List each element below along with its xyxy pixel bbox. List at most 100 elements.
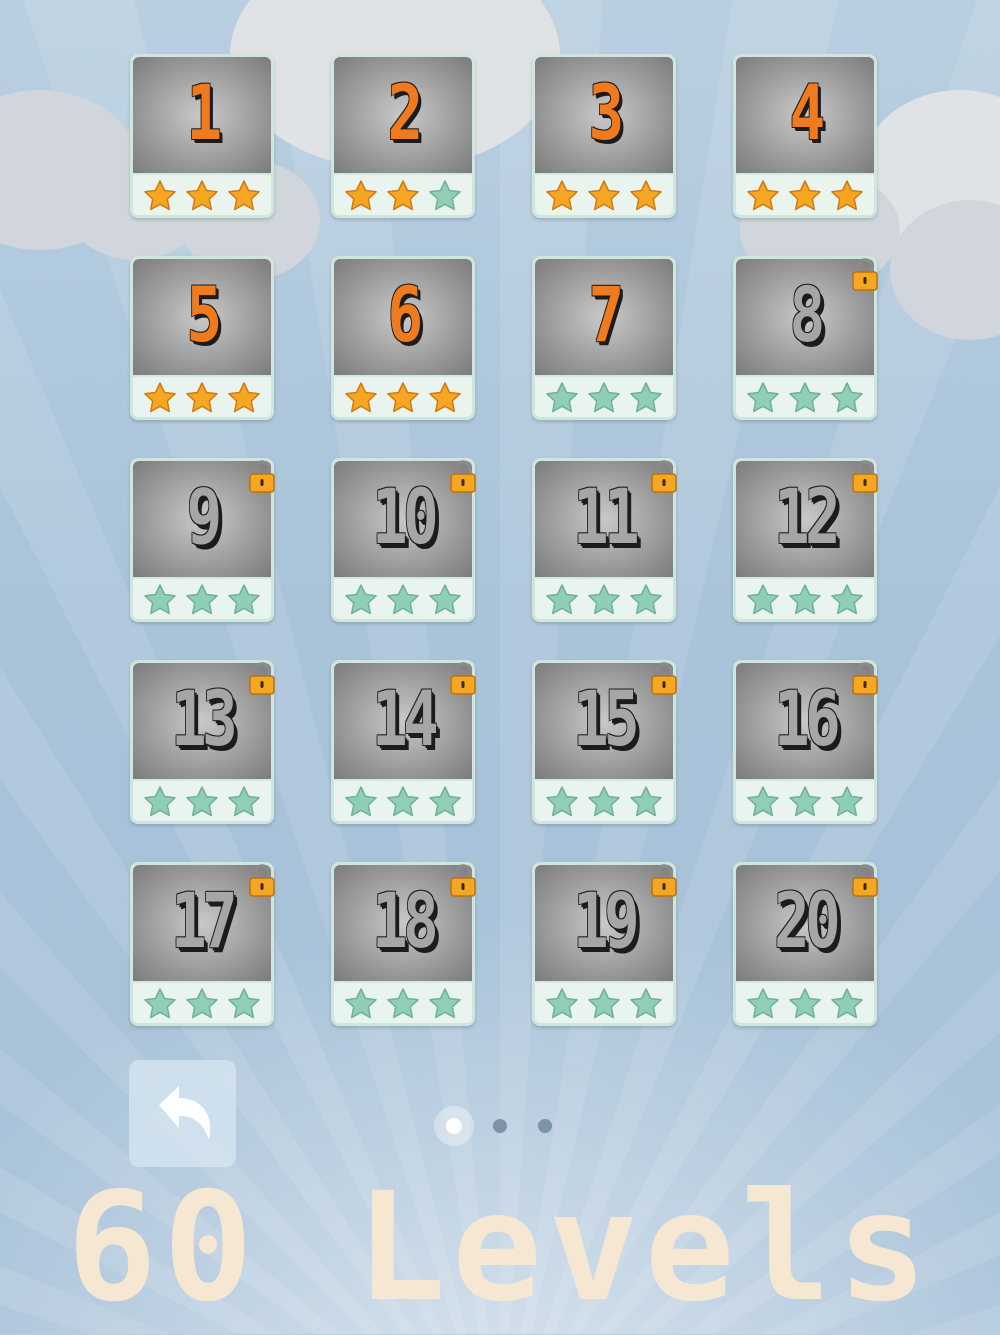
star-filled-icon bbox=[186, 180, 218, 211]
star-empty-icon bbox=[345, 786, 377, 817]
level-tile-10[interactable]: 10 bbox=[331, 458, 476, 622]
star-filled-icon bbox=[387, 382, 419, 413]
star-empty-icon bbox=[144, 786, 176, 817]
level-star-rating bbox=[334, 375, 472, 419]
star-filled-icon bbox=[345, 382, 377, 413]
star-empty-icon bbox=[144, 584, 176, 615]
star-empty-icon bbox=[747, 988, 779, 1019]
star-empty-icon bbox=[186, 988, 218, 1019]
star-filled-icon bbox=[228, 382, 260, 413]
star-filled-icon bbox=[387, 180, 419, 211]
star-filled-icon bbox=[345, 180, 377, 211]
padlock-icon bbox=[249, 864, 275, 897]
level-star-rating bbox=[535, 779, 673, 823]
star-empty-icon bbox=[228, 988, 260, 1019]
level-tile-3[interactable]: 3 bbox=[532, 54, 676, 218]
star-empty-icon bbox=[546, 584, 578, 615]
padlock-icon bbox=[450, 662, 476, 695]
star-empty-icon bbox=[429, 786, 461, 817]
star-empty-icon bbox=[228, 786, 260, 817]
level-number: 16 bbox=[773, 674, 841, 763]
padlock-icon bbox=[651, 662, 677, 695]
padlock-icon bbox=[651, 864, 677, 897]
level-number: 11 bbox=[572, 472, 640, 561]
star-empty-icon bbox=[546, 988, 578, 1019]
curved-back-arrow-icon bbox=[159, 1086, 211, 1140]
star-empty-icon bbox=[831, 786, 863, 817]
padlock-icon bbox=[249, 460, 275, 493]
star-empty-icon bbox=[429, 180, 461, 211]
level-tile-9[interactable]: 9 bbox=[130, 458, 275, 622]
star-empty-icon bbox=[831, 988, 863, 1019]
star-empty-icon bbox=[588, 786, 620, 817]
star-empty-icon bbox=[831, 382, 863, 413]
level-number: 8 bbox=[789, 270, 825, 359]
level-tile-16[interactable]: 16 bbox=[733, 660, 878, 824]
star-empty-icon bbox=[588, 988, 620, 1019]
star-filled-icon bbox=[144, 180, 176, 211]
level-tile-13[interactable]: 13 bbox=[130, 660, 275, 824]
level-number: 2 bbox=[387, 68, 423, 157]
level-number: 4 bbox=[789, 68, 825, 157]
star-empty-icon bbox=[747, 584, 779, 615]
star-empty-icon bbox=[387, 584, 419, 615]
level-star-rating bbox=[535, 981, 673, 1025]
level-tile-18[interactable]: 18 bbox=[331, 862, 476, 1026]
level-tile-17[interactable]: 17 bbox=[130, 862, 275, 1026]
star-empty-icon bbox=[747, 382, 779, 413]
level-star-rating bbox=[133, 981, 271, 1025]
level-star-rating bbox=[535, 375, 673, 419]
level-number: 9 bbox=[186, 472, 222, 561]
level-number: 17 bbox=[170, 876, 238, 965]
star-filled-icon bbox=[228, 180, 260, 211]
level-tile-2[interactable]: 2 bbox=[331, 54, 475, 218]
level-star-rating bbox=[535, 577, 673, 621]
level-number: 18 bbox=[371, 876, 439, 965]
level-tile-1[interactable]: 1 bbox=[130, 54, 274, 218]
padlock-icon bbox=[450, 460, 476, 493]
level-number: 13 bbox=[170, 674, 238, 763]
level-star-rating bbox=[133, 577, 271, 621]
level-star-rating bbox=[133, 173, 271, 217]
star-empty-icon bbox=[186, 584, 218, 615]
level-number: 5 bbox=[186, 270, 222, 359]
level-tile-12[interactable]: 12 bbox=[733, 458, 878, 622]
star-empty-icon bbox=[630, 786, 662, 817]
level-number: 10 bbox=[371, 472, 439, 561]
level-tile-8[interactable]: 8 bbox=[733, 256, 878, 420]
page-dot-2[interactable] bbox=[493, 1119, 507, 1133]
star-filled-icon bbox=[144, 382, 176, 413]
padlock-icon bbox=[450, 864, 476, 897]
star-empty-icon bbox=[588, 584, 620, 615]
level-tile-11[interactable]: 11 bbox=[532, 458, 677, 622]
star-filled-icon bbox=[630, 180, 662, 211]
level-tile-20[interactable]: 20 bbox=[733, 862, 878, 1026]
level-tile-15[interactable]: 15 bbox=[532, 660, 677, 824]
level-number: 6 bbox=[387, 270, 423, 359]
star-empty-icon bbox=[228, 584, 260, 615]
level-number: 15 bbox=[572, 674, 640, 763]
padlock-icon bbox=[249, 662, 275, 695]
level-tile-6[interactable]: 6 bbox=[331, 256, 475, 420]
level-tile-14[interactable]: 14 bbox=[331, 660, 476, 824]
star-empty-icon bbox=[630, 382, 662, 413]
level-tile-5[interactable]: 5 bbox=[130, 256, 274, 420]
star-filled-icon bbox=[789, 180, 821, 211]
padlock-icon bbox=[852, 864, 878, 897]
level-tile-7[interactable]: 7 bbox=[532, 256, 676, 420]
star-filled-icon bbox=[831, 180, 863, 211]
page-dot-3[interactable] bbox=[538, 1119, 552, 1133]
star-empty-icon bbox=[546, 382, 578, 413]
star-filled-icon bbox=[429, 382, 461, 413]
level-star-rating bbox=[736, 375, 874, 419]
back-button[interactable] bbox=[129, 1060, 236, 1167]
level-tile-4[interactable]: 4 bbox=[733, 54, 877, 218]
level-tile-19[interactable]: 19 bbox=[532, 862, 677, 1026]
level-star-rating bbox=[334, 173, 472, 217]
page-dot-1[interactable] bbox=[446, 1118, 462, 1134]
star-filled-icon bbox=[546, 180, 578, 211]
star-empty-icon bbox=[345, 584, 377, 615]
level-star-rating bbox=[334, 779, 472, 823]
star-empty-icon bbox=[186, 786, 218, 817]
level-number: 12 bbox=[773, 472, 841, 561]
